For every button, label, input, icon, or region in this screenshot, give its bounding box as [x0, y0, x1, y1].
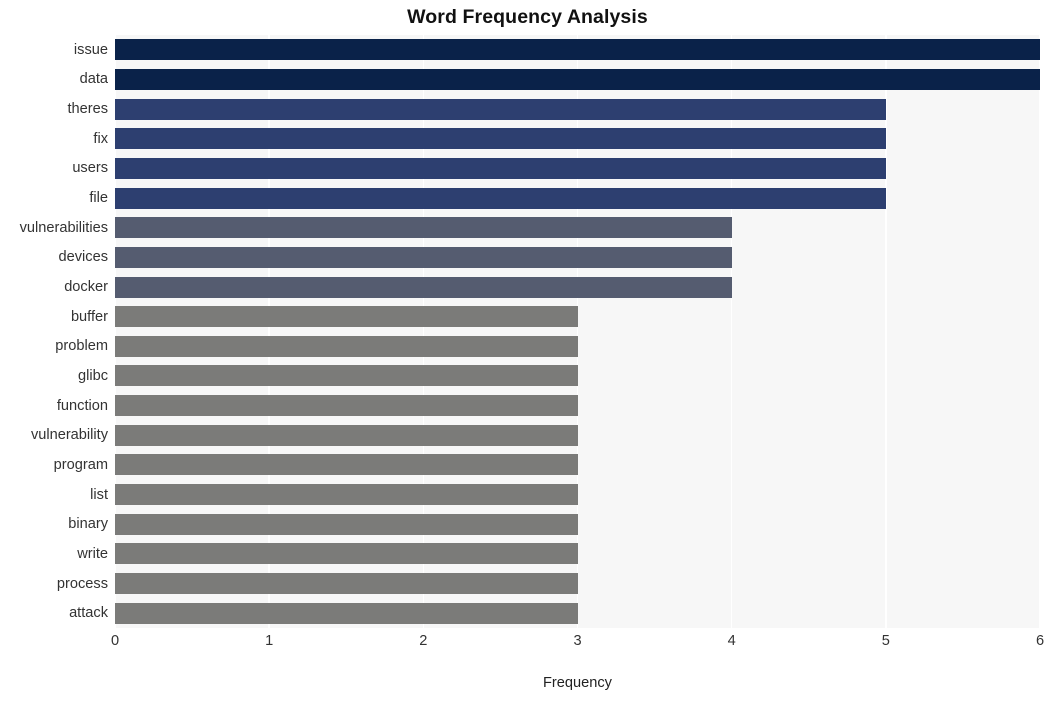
bar[interactable]	[115, 484, 578, 506]
bar[interactable]	[115, 602, 578, 624]
y-tick-label: fix	[93, 130, 108, 147]
y-tick-label: buffer	[70, 308, 108, 325]
word-frequency-bar-chart: Word Frequency Analysis issue data theres f…	[0, 0, 1055, 701]
bar[interactable]	[115, 128, 886, 150]
y-tick-label: write	[77, 545, 108, 562]
x-tick-label: 6	[1035, 633, 1045, 649]
bar[interactable]	[115, 424, 578, 446]
bar[interactable]	[115, 276, 732, 298]
x-tick-label: 2	[419, 633, 428, 649]
bar[interactable]	[115, 573, 578, 595]
bar[interactable]	[115, 543, 578, 565]
bar[interactable]	[115, 187, 886, 209]
y-tick-label: binary	[68, 516, 108, 533]
bar[interactable]	[115, 217, 732, 239]
x-tick-label: 4	[727, 633, 736, 649]
x-tick-label: 5	[881, 633, 890, 649]
y-tick-label: file	[89, 190, 108, 207]
bar[interactable]	[115, 395, 578, 417]
y-tick-label: vulnerabilities	[19, 219, 108, 236]
bar[interactable]	[115, 157, 886, 179]
y-tick-label: docker	[64, 279, 108, 296]
bar[interactable]	[115, 513, 578, 535]
bar[interactable]	[115, 39, 1040, 61]
y-tick-label: function	[56, 397, 108, 414]
y-tick-label: program	[53, 456, 108, 473]
bar[interactable]	[115, 454, 578, 476]
y-tick-label: users	[72, 160, 108, 177]
plot-area	[114, 35, 1041, 628]
y-tick-label: problem	[55, 338, 108, 355]
y-tick-label: glibc	[77, 367, 108, 384]
bar[interactable]	[115, 68, 1040, 90]
y-axis-tick-labels: issue data theres fix users file vulnerabiliti…	[0, 35, 108, 628]
y-tick-label: issue	[73, 41, 108, 58]
x-tick-label: 1	[265, 633, 274, 649]
y-tick-label: theres	[67, 101, 108, 118]
bar[interactable]	[115, 365, 578, 387]
y-tick-label: vulnerability	[30, 427, 108, 444]
bar[interactable]	[115, 335, 578, 357]
y-tick-label: attack	[69, 605, 108, 622]
y-tick-label: list	[90, 486, 108, 503]
bar[interactable]	[115, 306, 578, 328]
bars-group	[115, 35, 1040, 628]
bar[interactable]	[115, 98, 886, 120]
bar[interactable]	[115, 246, 732, 268]
y-tick-label: devices	[58, 249, 108, 266]
y-tick-label: data	[79, 71, 108, 88]
y-tick-label: process	[56, 575, 108, 592]
x-tick-label: 0	[110, 633, 120, 649]
x-tick-label: 3	[573, 633, 582, 649]
x-axis-title: Frequency	[543, 675, 612, 691]
x-axis-tick-labels: 0 1 2 3 4 5 6	[111, 633, 1044, 655]
chart-title: Word Frequency Analysis	[407, 6, 648, 28]
